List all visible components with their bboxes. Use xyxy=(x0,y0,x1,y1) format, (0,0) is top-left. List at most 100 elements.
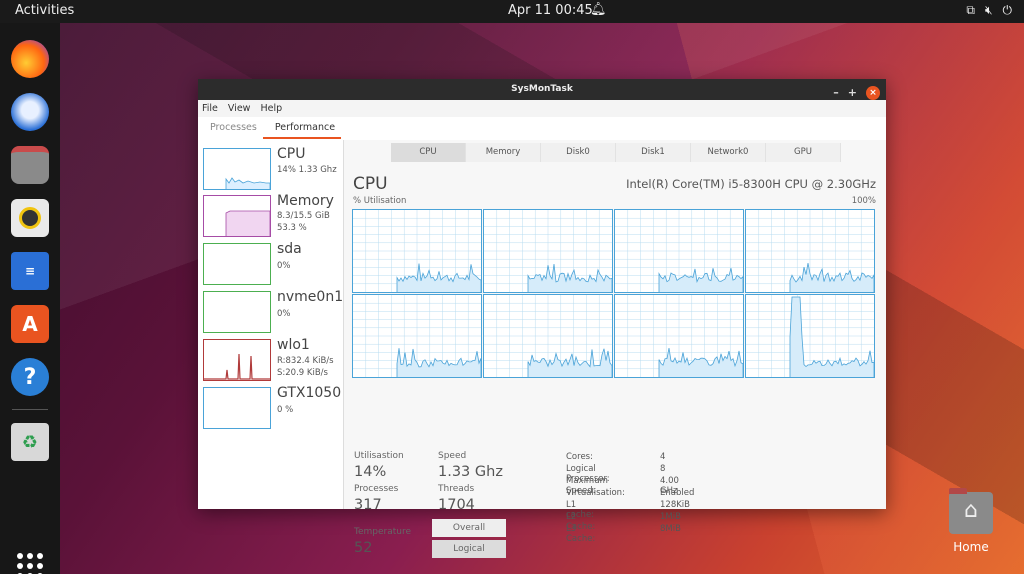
dock-separator xyxy=(12,409,48,410)
volume-icon[interactable]: 🔇︎ xyxy=(985,3,993,18)
perf-tab-gpu[interactable]: GPU xyxy=(766,143,841,162)
info-key: L3 Cache: xyxy=(566,524,596,544)
sidebar-cpu-title: CPU xyxy=(277,146,306,162)
menu-file[interactable]: File xyxy=(202,100,218,117)
sda-mini-graph xyxy=(203,243,271,285)
info-value: 1MiB xyxy=(660,512,681,522)
tab-processes[interactable]: Processes xyxy=(198,117,263,139)
menu-view[interactable]: View xyxy=(228,100,251,117)
help-icon[interactable]: ? xyxy=(11,358,49,396)
system-tray[interactable]: ⧉ 🔇︎ ⏻ xyxy=(966,3,1012,18)
perf-tab-disk0[interactable]: Disk0 xyxy=(541,143,616,162)
sidebar-memory-line2: 53.3 % xyxy=(277,223,307,233)
sidebar-sda-title: sda xyxy=(277,241,302,257)
info-value: 128KiB xyxy=(660,500,690,510)
threads-value: 1704 xyxy=(438,497,475,513)
gpu-mini-graph xyxy=(203,387,271,429)
sidebar-item-gtx1050[interactable]: GTX1050 0 % xyxy=(203,385,343,431)
activities-button[interactable]: Activities xyxy=(15,3,74,18)
rhythmbox-icon[interactable] xyxy=(11,199,49,237)
sidebar-item-sda[interactable]: sda 0% xyxy=(203,241,343,287)
firefox-icon[interactable] xyxy=(11,40,49,78)
wlo1-mini-graph xyxy=(203,339,271,381)
info-key: Virtualisation: xyxy=(566,488,625,498)
tab-performance[interactable]: Performance xyxy=(262,117,342,139)
window-title: SysMonTask xyxy=(511,84,573,94)
sidebar-item-nvme0n1[interactable]: nvme0n1 0% xyxy=(203,289,343,335)
power-icon[interactable]: ⏻ xyxy=(1003,3,1013,18)
home-desktop-icon[interactable]: Home xyxy=(945,488,997,554)
dock: ≡ A ? ♻ xyxy=(0,23,60,579)
sidebar-item-wlo1[interactable]: wlo1 R:832.4 KiB/s S:20.9 KiB/s xyxy=(203,337,343,383)
overall-button[interactable]: Overall xyxy=(432,519,506,537)
sidebar-nvme-line1: 0% xyxy=(277,309,291,319)
performance-tabs: CPU Memory Disk0 Disk1 Network0 GPU xyxy=(391,143,841,162)
utilisation-label: Utilisastion xyxy=(354,451,404,461)
memory-mini-graph xyxy=(203,195,271,237)
home-label: Home xyxy=(953,540,989,554)
core-graph-4 xyxy=(352,294,482,378)
core-graph-6 xyxy=(614,294,744,378)
device-sidebar: CPU 14% 1.33 Ghz Memory 8.3/15.5 GiB 53.… xyxy=(198,140,344,509)
notification-bell-icon[interactable]: 🔔︎ xyxy=(590,2,607,17)
clock[interactable]: Apr 11 00:45 xyxy=(508,3,593,18)
core-graph-5 xyxy=(483,294,613,378)
sidebar-nvme-title: nvme0n1 xyxy=(277,289,344,305)
menu-help[interactable]: Help xyxy=(260,100,282,117)
maximize-button[interactable]: + xyxy=(848,82,857,103)
libreoffice-writer-icon[interactable]: ≡ xyxy=(11,252,49,290)
speed-value: 1.33 Ghz xyxy=(438,464,503,480)
sidebar-memory-line1: 8.3/15.5 GiB xyxy=(277,211,330,221)
sidebar-wlo1-title: wlo1 xyxy=(277,337,310,353)
sidebar-wlo1-line2: S:20.9 KiB/s xyxy=(277,368,328,378)
threads-label: Threads xyxy=(438,484,475,494)
info-value: 8MiB xyxy=(660,524,681,534)
core-graphs xyxy=(352,209,876,379)
thunderbird-icon[interactable] xyxy=(11,93,49,131)
sidebar-gpu-title: GTX1050 xyxy=(277,385,342,401)
utilisation-max-label: 100% xyxy=(851,196,876,206)
sidebar-item-memory[interactable]: Memory 8.3/15.5 GiB 53.3 % xyxy=(203,193,343,239)
perf-tab-disk1[interactable]: Disk1 xyxy=(616,143,691,162)
minimize-button[interactable]: – xyxy=(833,82,839,103)
menu-bar: File View Help xyxy=(198,100,886,117)
perf-tab-memory[interactable]: Memory xyxy=(466,143,541,162)
files-icon[interactable] xyxy=(11,146,49,184)
show-apps-icon[interactable] xyxy=(17,553,43,579)
processes-value: 317 xyxy=(354,497,382,513)
perf-tab-network0[interactable]: Network0 xyxy=(691,143,766,162)
info-key: Cores: xyxy=(566,452,593,462)
core-graph-7 xyxy=(745,294,875,378)
home-folder-icon xyxy=(949,488,993,534)
utilisation-value: 14% xyxy=(354,464,387,480)
cpu-mini-graph xyxy=(203,148,271,190)
performance-panel: CPU Memory Disk0 Disk1 Network0 GPU CPU … xyxy=(344,140,886,558)
sidebar-cpu-line1: 14% 1.33 Ghz xyxy=(277,165,337,175)
cpu-model: Intel(R) Core(TM) i5-8300H CPU @ 2.30GHz xyxy=(626,177,876,191)
temperature-label: Temperature xyxy=(354,527,412,537)
core-graph-0 xyxy=(352,209,482,293)
window-titlebar[interactable]: SysMonTask – + × xyxy=(198,79,886,100)
cpu-heading: CPU xyxy=(353,174,388,194)
sidebar-memory-title: Memory xyxy=(277,193,334,209)
network-icon[interactable]: ⧉ xyxy=(966,3,975,18)
sysmontask-window: SysMonTask – + × File View Help Processe… xyxy=(198,79,886,558)
sidebar-wlo1-line1: R:832.4 KiB/s xyxy=(277,356,334,366)
logical-button[interactable]: Logical xyxy=(432,540,506,558)
close-button[interactable]: × xyxy=(866,85,880,100)
info-value: Enabled xyxy=(660,488,695,498)
sidebar-gpu-line1: 0 % xyxy=(277,405,294,415)
core-graph-1 xyxy=(483,209,613,293)
nvme-mini-graph xyxy=(203,291,271,333)
speed-label: Speed xyxy=(438,451,467,461)
sidebar-item-cpu[interactable]: CPU 14% 1.33 Ghz xyxy=(203,146,343,192)
software-center-icon[interactable]: A xyxy=(11,305,49,343)
top-bar: Activities Apr 11 00:45 🔔︎ ⧉ 🔇︎ ⏻ xyxy=(0,0,1024,23)
perf-tab-cpu[interactable]: CPU xyxy=(391,143,466,162)
info-value: 8 xyxy=(660,464,666,474)
core-graph-3 xyxy=(745,209,875,293)
temperature-value: 52 xyxy=(354,540,373,556)
processes-label: Processes xyxy=(354,484,399,494)
trash-icon[interactable]: ♻ xyxy=(11,423,49,461)
utilisation-axis-label: % Utilisation xyxy=(353,196,407,206)
